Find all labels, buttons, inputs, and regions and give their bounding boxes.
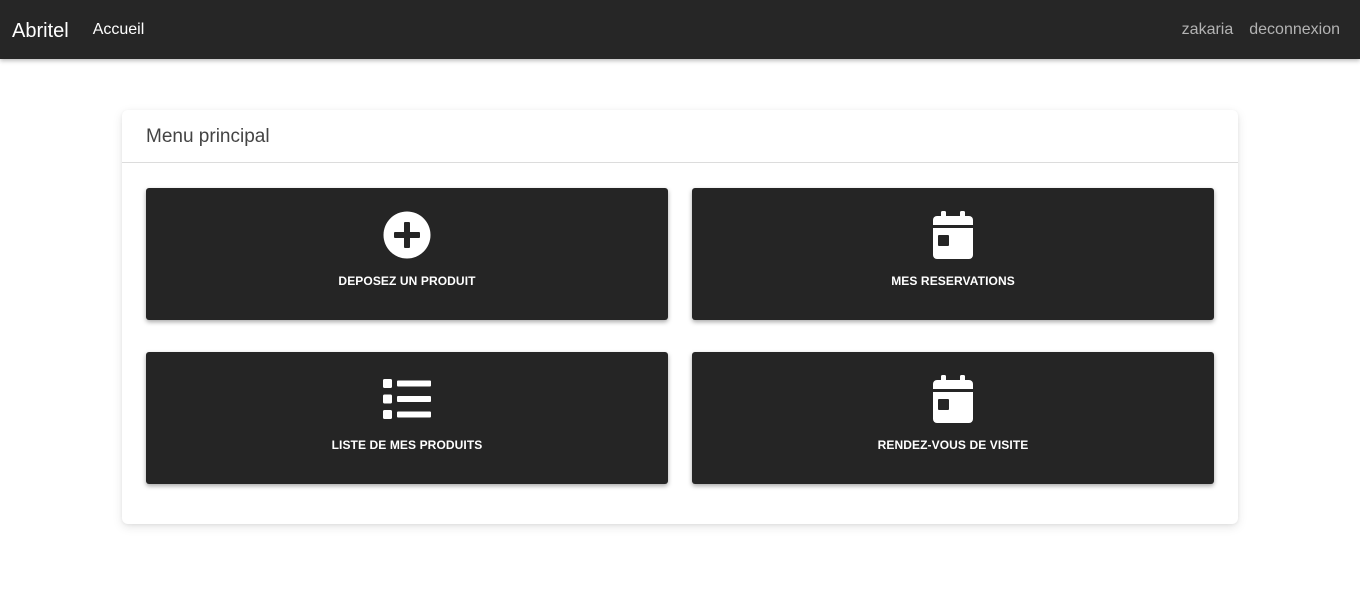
tile-label: DEPOSEZ UN PRODUIT: [338, 274, 476, 288]
calendar-icon: [929, 211, 977, 259]
card-header: Menu principal: [122, 110, 1238, 163]
tile-label: RENDEZ-VOUS DE VISITE: [877, 438, 1029, 452]
logout-link[interactable]: deconnexion: [1249, 21, 1340, 39]
tile-deposit-product[interactable]: DEPOSEZ UN PRODUIT: [146, 188, 668, 320]
tile-label: LISTE DE MES PRODUITS: [331, 438, 483, 452]
nav-user-area: zakaria deconnexion: [1182, 21, 1348, 39]
nav-home-link[interactable]: Accueil: [93, 21, 145, 39]
tile-label: MES RESERVATIONS: [891, 274, 1015, 288]
top-navbar: Abritel Accueil zakaria deconnexion: [0, 0, 1360, 59]
brand-logo[interactable]: Abritel: [12, 21, 69, 41]
tile-my-products-list[interactable]: LISTE DE MES PRODUITS: [146, 352, 668, 484]
tile-visit-appointments[interactable]: RENDEZ-VOUS DE VISITE: [692, 352, 1214, 484]
calendar-icon: [929, 375, 977, 423]
plus-circle-icon: [383, 211, 431, 259]
user-name-link[interactable]: zakaria: [1182, 21, 1234, 39]
tile-my-reservations[interactable]: MES RESERVATIONS: [692, 188, 1214, 320]
list-icon: [383, 375, 431, 423]
menu-grid: DEPOSEZ UN PRODUIT MES RESERVATIONS LIST…: [146, 188, 1214, 484]
main-menu-card: Menu principal DEPOSEZ UN PRODUIT MES RE…: [122, 110, 1238, 524]
page-title: Menu principal: [146, 126, 270, 147]
